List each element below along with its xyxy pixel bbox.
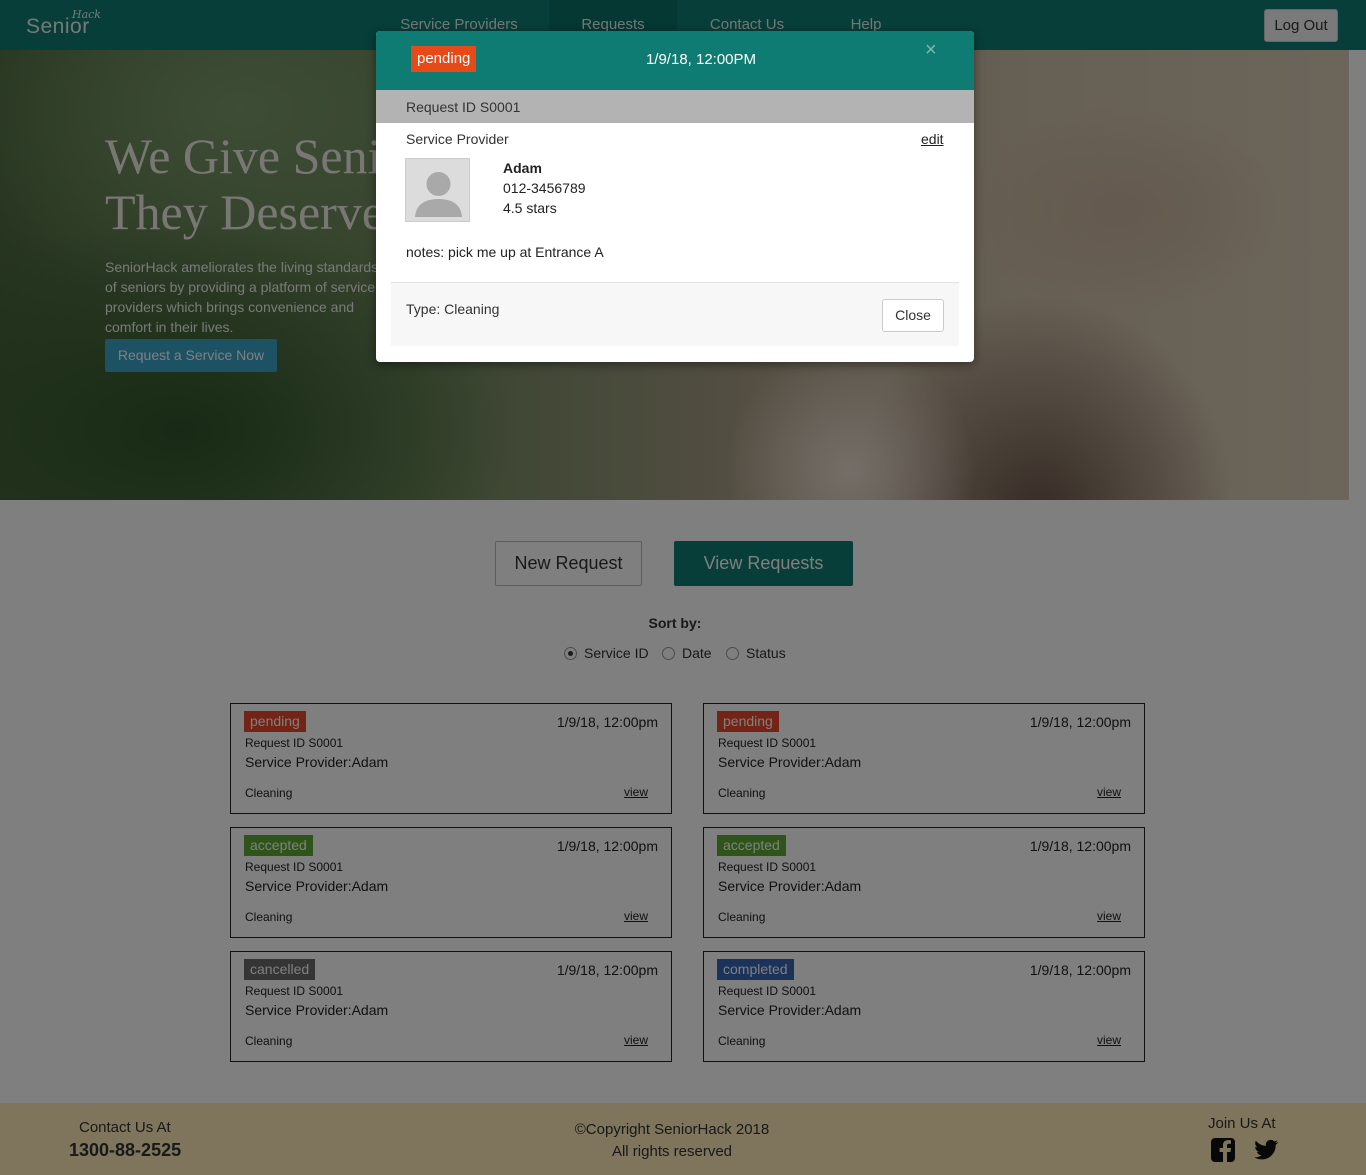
provider-phone: 012-3456789 [503,180,586,196]
close-icon[interactable]: × [925,39,937,62]
modal-request-id: Request ID S0001 [406,99,521,115]
service-type: Type: Cleaning [406,301,500,317]
modal-request-id-bar: Request ID S0001 [376,90,974,123]
modal-footer: Type: Cleaning Close [391,282,959,346]
request-detail-modal: pending 1/9/18, 12:00PM × Request ID S00… [376,31,974,362]
modal-datetime: 1/9/18, 12:00PM [645,51,757,68]
provider-name: Adam [503,160,542,176]
close-button[interactable]: Close [882,299,944,332]
avatar [405,158,470,222]
user-placeholder-icon [406,159,469,221]
provider-rating: 4.5 stars [503,200,557,216]
service-provider-label: Service Provider [406,131,509,147]
edit-link[interactable]: edit [921,131,944,147]
modal-header: pending 1/9/18, 12:00PM × [376,31,974,90]
request-notes: notes: pick me up at Entrance A [406,244,604,260]
